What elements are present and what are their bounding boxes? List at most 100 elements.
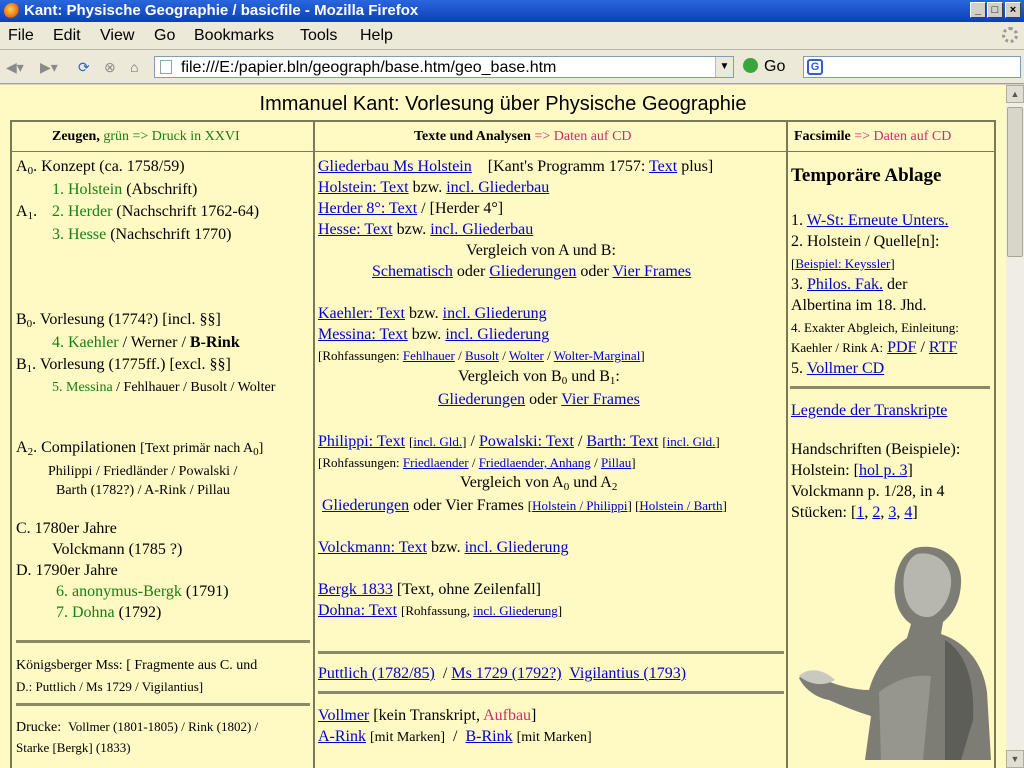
- menu-help[interactable]: Help: [360, 27, 393, 45]
- witness-kaehler: 4. Kaehler / Werner / B-Rink: [52, 334, 240, 351]
- url-bar[interactable]: file:///E:/papier.bln/geograph/base.htm/…: [154, 56, 734, 78]
- herder-text-link[interactable]: Herder 8°: Text: [318, 200, 417, 217]
- firefox-logo-icon: [4, 3, 20, 19]
- menu-bar: File Edit View Go Bookmarks Tools Help: [0, 22, 1024, 50]
- gliederungen-b-link[interactable]: Gliederungen: [438, 391, 525, 408]
- vigilantius-link[interactable]: Vigilantius (1793): [569, 665, 686, 682]
- piece-1-link[interactable]: 1: [856, 504, 864, 521]
- piece-4-link[interactable]: 4: [904, 504, 912, 521]
- window-titlebar: Kant: Physische Geographie / basicfile -…: [0, 0, 1024, 22]
- stop-icon[interactable]: ⊗: [104, 59, 116, 75]
- pdf-link[interactable]: PDF: [887, 339, 916, 356]
- holstein-gliederbau-link[interactable]: incl. Gliederbau: [446, 179, 549, 196]
- menu-go[interactable]: Go: [154, 27, 175, 45]
- hesse-text-link[interactable]: Hesse: Text: [318, 221, 393, 238]
- ablage-item-5: 5. Vollmer CD: [791, 360, 885, 377]
- aufbau-link[interactable]: Aufbau: [483, 707, 531, 724]
- menu-file[interactable]: File: [8, 27, 34, 45]
- ms1729-link[interactable]: Ms 1729 (1792?): [451, 665, 561, 682]
- holstein-philippi-link[interactable]: Holstein / Philippi: [532, 498, 627, 513]
- legende-link[interactable]: Legende der Transkripte: [791, 402, 947, 419]
- col3-header: Facsimile => Daten auf CD: [794, 129, 952, 144]
- wolter-marginal-link[interactable]: Wolter-Marginal: [554, 348, 641, 363]
- scroll-up-icon[interactable]: ▲: [1006, 85, 1024, 103]
- dohna-gliederung-link[interactable]: incl. Gliederung: [473, 603, 557, 618]
- holstein-barth-link[interactable]: Holstein / Barth: [639, 498, 722, 513]
- barth-text-link[interactable]: Barth: Text: [586, 433, 658, 450]
- programm-text-link[interactable]: Text: [649, 158, 677, 175]
- drucke: Drucke: Vollmer (1801-1805) / Rink (1802…: [16, 719, 259, 735]
- vollmer-cd-link[interactable]: Vollmer CD: [807, 360, 884, 377]
- witness-a1: A1.: [16, 203, 38, 222]
- go-button[interactable]: Go: [743, 58, 785, 76]
- header-divider: [12, 151, 994, 152]
- menu-tools[interactable]: Tools: [300, 27, 337, 45]
- vergleich-ab-label: Vergleich von A und B:: [466, 242, 616, 259]
- kaehler-gliederung-link[interactable]: incl. Gliederung: [443, 305, 547, 322]
- philos-fak-link[interactable]: Philos. Fak.: [807, 276, 883, 293]
- koenigsberger-mss-list: D.: Puttlich / Ms 1729 / Vigilantius]: [16, 679, 204, 694]
- philippi-text-link[interactable]: Philippi: Text: [318, 433, 405, 450]
- search-input[interactable]: G: [803, 56, 1021, 78]
- b-rink-link[interactable]: B-Rink: [465, 728, 512, 745]
- vertical-scrollbar[interactable]: ▲ ▼: [1006, 85, 1024, 768]
- gliederungen-link[interactable]: Gliederungen: [489, 263, 576, 280]
- messina-text-link[interactable]: Messina: Text: [318, 326, 408, 343]
- close-button[interactable]: ×: [1005, 2, 1021, 18]
- holstein-text-link[interactable]: Holstein: Text: [318, 179, 409, 196]
- fehlhauer-link[interactable]: Fehlhauer: [403, 348, 455, 363]
- witness-a2-list: Philippi / Friedländer / Powalski /: [48, 464, 238, 479]
- messina-gliederung-link[interactable]: incl. Gliederung: [445, 326, 549, 343]
- url-dropdown-icon[interactable]: ▼: [715, 57, 733, 77]
- philippi-gld-link[interactable]: incl. Gld.: [413, 434, 462, 449]
- bergk-row: Bergk 1833 [Text, ohne Zeilenfall]: [318, 581, 541, 598]
- vier-frames-link[interactable]: Vier Frames: [613, 263, 692, 280]
- powalski-text-link[interactable]: Powalski: Text: [479, 433, 574, 450]
- temporaere-ablage-heading: Temporäre Ablage: [791, 165, 942, 186]
- back-arrow-icon[interactable]: ◀▾: [6, 59, 24, 75]
- forward-arrow-icon[interactable]: ▶▾: [40, 59, 58, 75]
- menu-view[interactable]: View: [100, 27, 134, 45]
- volckmann-text-link[interactable]: Volckmann: Text: [318, 539, 427, 556]
- erneute-unters-link[interactable]: W-St: Erneute Unters.: [807, 212, 949, 229]
- dohna-text-link[interactable]: Dohna: Text: [318, 602, 397, 619]
- volckmann-gliederung-link[interactable]: incl. Gliederung: [465, 539, 569, 556]
- puttlich-link[interactable]: Puttlich (1782/85): [318, 665, 435, 682]
- menu-edit[interactable]: Edit: [53, 27, 81, 45]
- wolter-link[interactable]: Wolter: [509, 348, 544, 363]
- gliederbau-holstein-link[interactable]: Gliederbau Ms Holstein: [318, 158, 472, 175]
- hesse-gliederbau-link[interactable]: incl. Gliederbau: [430, 221, 533, 238]
- friedlaender-link[interactable]: Friedlaender: [403, 455, 469, 470]
- pillau-link[interactable]: Pillau: [601, 455, 631, 470]
- scrollbar-thumb[interactable]: [1007, 107, 1023, 257]
- piece-2-link[interactable]: 2: [872, 504, 880, 521]
- reload-icon[interactable]: ⟳: [78, 59, 90, 75]
- column-divider: [313, 120, 315, 768]
- witness-messina: 5. Messina / Fehlhauer / Busolt / Wolter: [52, 380, 276, 395]
- hol-p3-link[interactable]: hol p. 3: [859, 462, 907, 479]
- vergleich-a-row: Gliederungen oder Vier Frames [Holstein …: [322, 497, 727, 514]
- bergk-link[interactable]: Bergk 1833: [318, 581, 393, 598]
- throbber-icon: [1002, 27, 1018, 43]
- barth-gld-link[interactable]: incl. Gld.: [667, 434, 716, 449]
- dohna-row: Dohna: Text [Rohfassung, incl. Gliederun…: [318, 602, 563, 619]
- gliederbau-row: Gliederbau Ms Holstein [Kant's Programm …: [318, 158, 714, 175]
- handschriften-holstein: Holstein: [hol p. 3]: [791, 462, 913, 479]
- menu-bookmarks[interactable]: Bookmarks: [194, 27, 274, 45]
- scroll-down-icon[interactable]: ▼: [1006, 750, 1024, 768]
- minimize-button[interactable]: _: [970, 2, 986, 18]
- keyssler-link[interactable]: Beispiel: Keyssler: [795, 256, 890, 271]
- a-rink-link[interactable]: A-Rink: [318, 728, 366, 745]
- maximize-button[interactable]: □: [987, 2, 1003, 18]
- busolt-link[interactable]: Busolt: [465, 348, 499, 363]
- vier-frames-b-link[interactable]: Vier Frames: [561, 391, 640, 408]
- gliederungen-a-link[interactable]: Gliederungen: [322, 497, 409, 514]
- kaehler-text-link[interactable]: Kaehler: Text: [318, 305, 405, 322]
- home-icon[interactable]: ⌂: [130, 59, 138, 75]
- piece-3-link[interactable]: 3: [888, 504, 896, 521]
- vollmer-link[interactable]: Vollmer: [318, 707, 369, 724]
- friedlaender-anhang-link[interactable]: Friedlaender, Anhang: [479, 455, 591, 470]
- ablage-item-3-2: Albertina im 18. Jhd.: [791, 297, 927, 314]
- rtf-link[interactable]: RTF: [929, 339, 957, 356]
- schematisch-link[interactable]: Schematisch: [372, 263, 453, 280]
